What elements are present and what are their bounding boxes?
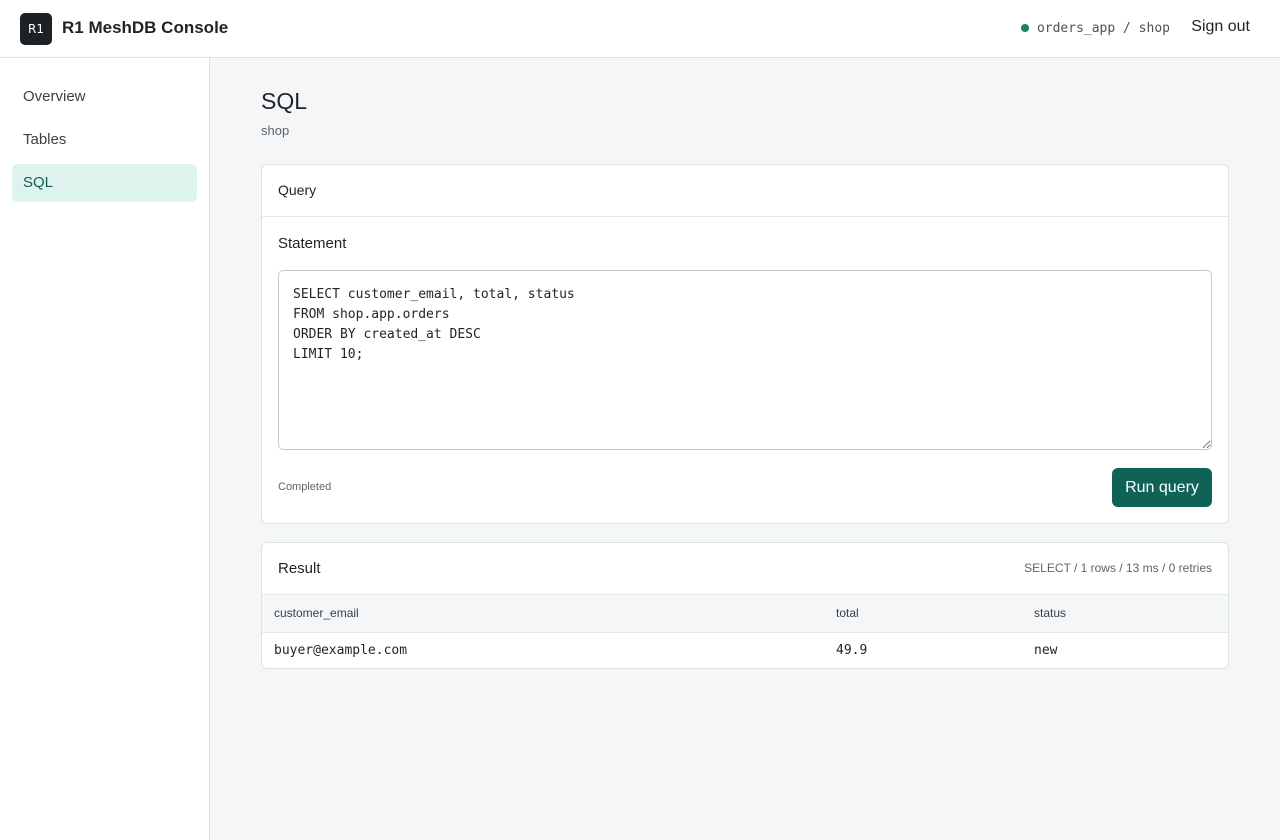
query-card-title: Query — [262, 165, 1228, 217]
table-header-row: customer_email total status — [262, 595, 1228, 633]
logo-badge: R1 — [20, 13, 52, 45]
connection-label: orders_app / shop — [1036, 20, 1170, 36]
table-row: buyer@example.com 49.9 new — [262, 633, 1228, 668]
sidebar-item-overview[interactable]: Overview — [12, 78, 197, 116]
sidebar-item-sql[interactable]: SQL — [12, 164, 197, 202]
table-cell: new — [1034, 643, 1058, 658]
app-title: R1 MeshDB Console — [62, 18, 229, 37]
sign-out-button[interactable]: Sign out — [1191, 18, 1250, 36]
query-status: Completed — [278, 481, 332, 493]
result-card-title: Result — [278, 560, 321, 577]
page-subtitle: shop — [261, 123, 290, 138]
run-query-button[interactable]: Run query — [1112, 468, 1212, 507]
result-stats: SELECT / 1 rows / 13 ms / 0 retries — [1024, 561, 1212, 575]
result-card: Result SELECT / 1 rows / 13 ms / 0 retri… — [261, 542, 1229, 669]
statement-label: Statement — [278, 235, 347, 252]
table-cell: 49.9 — [836, 643, 868, 658]
result-card-header: Result SELECT / 1 rows / 13 ms / 0 retri… — [262, 543, 1228, 595]
table-cell: buyer@example.com — [274, 643, 408, 658]
column-header-total[interactable]: total — [836, 595, 859, 632]
column-header-customer-email[interactable]: customer_email — [274, 595, 359, 632]
page-title: SQL — [261, 88, 308, 114]
query-card: Query Statement Completed Run query — [261, 164, 1229, 524]
connection-indicator: orders_app / shop — [1020, 20, 1170, 36]
top-bar: R1 R1 MeshDB Console orders_app / shop S… — [0, 0, 1280, 58]
sql-statement-input[interactable] — [278, 270, 1212, 450]
column-header-status[interactable]: status — [1034, 595, 1066, 632]
connection-status-icon — [1020, 24, 1029, 32]
result-table: customer_email total status buyer@exampl… — [262, 595, 1228, 668]
sidebar-item-tables[interactable]: Tables — [12, 121, 197, 159]
sidebar: Overview Tables SQL — [0, 58, 210, 840]
